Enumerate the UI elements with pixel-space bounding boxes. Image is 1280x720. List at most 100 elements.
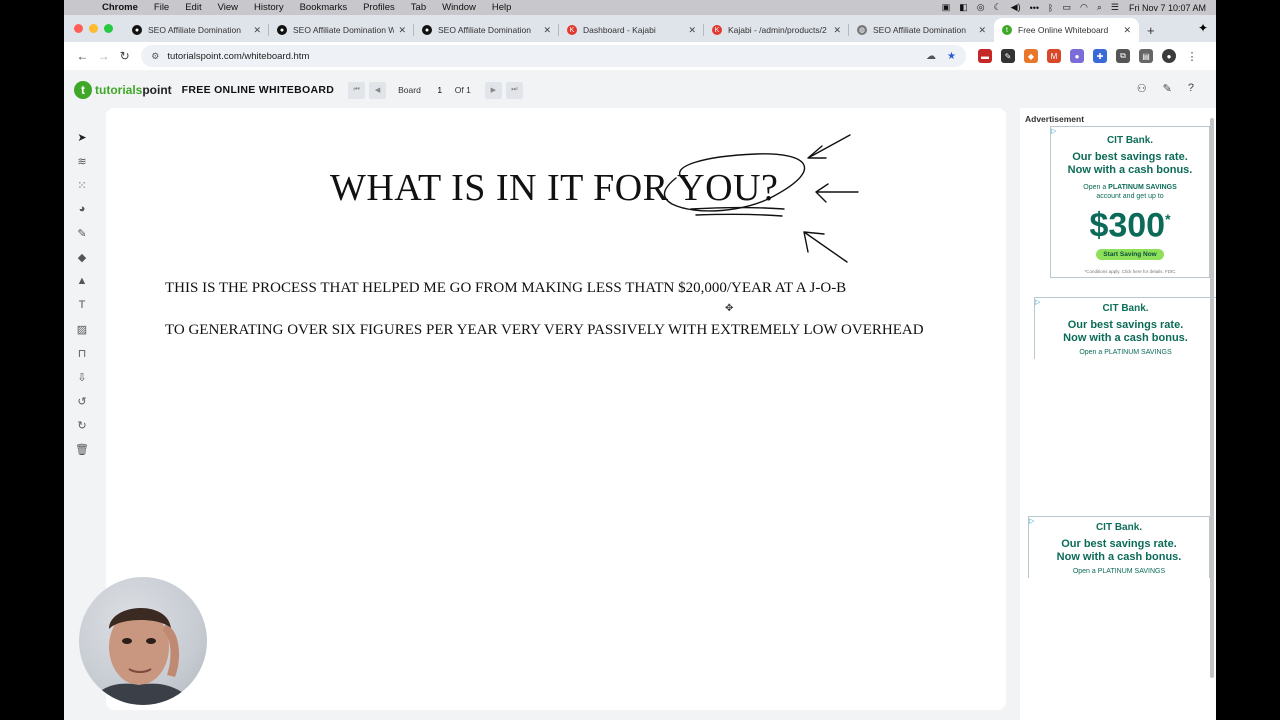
gmail-extension-icon[interactable]: M [1047,49,1061,63]
ink-circle [663,153,806,212]
redo-icon[interactable]: ↻ [72,413,92,437]
browser-tab[interactable]: K Kajabi - /admin/products/2 ✕ [704,18,849,42]
grid-tool-icon[interactable]: ⁙ [72,173,92,197]
browser-tab[interactable]: ● SEO Affiliate Domination ✕ [124,18,269,42]
ad-banner[interactable]: ▷ CIT Bank. Our best savings rate. Now wi… [1028,516,1210,578]
board-label: Board [398,85,421,95]
wifi-icon[interactable]: ◠ [1080,2,1088,13]
extension-icon[interactable]: ◆ [1024,49,1038,63]
extension-icon[interactable]: ▬ [978,49,992,63]
adchoices-icon[interactable]: ▷ [1035,298,1040,306]
pointer-tool-icon[interactable]: ➤ [72,125,92,149]
menu-status-area: ▣ ◧ ◎ ☾ ◀) ••• ᛒ ▭ ◠ ⌕ ☰ Fri Nov 7 10:07… [933,2,1216,13]
extension-icon[interactable]: ● [1070,49,1084,63]
reload-icon[interactable]: ↻ [114,49,135,63]
whiteboard-canvas[interactable]: WHAT IS IN IT FOR YOU? THIS IS THE PROCE… [106,108,1006,710]
menu-file[interactable]: File [154,2,169,13]
pen-extension-icon[interactable]: ✎ [1001,49,1015,63]
tutorialspoint-logo[interactable]: t tutorialspoint [74,81,172,99]
close-window-button[interactable] [74,24,83,33]
ad-banner[interactable]: ▷ CIT Bank. Our best savings rate. Now wi… [1050,126,1210,278]
prev-board-button[interactable]: ◀ [369,81,387,99]
layers-tool-icon[interactable]: ≋ [72,149,92,173]
close-tab-icon[interactable]: ✕ [398,25,406,36]
download-tool-icon[interactable]: ⇩ [72,365,92,389]
shortcut-icon[interactable]: ◧ [959,2,968,13]
new-tab-button[interactable]: + [1139,18,1163,42]
moon-icon[interactable]: ☾ [994,2,1002,13]
extension-icon[interactable]: ✚ [1093,49,1107,63]
presentation-tool-icon[interactable]: ⊓ [72,341,92,365]
menu-window[interactable]: Window [442,2,476,13]
undo-icon[interactable]: ↺ [72,389,92,413]
sidebar-icon[interactable]: ▤ [1139,49,1153,63]
menu-edit[interactable]: Edit [185,2,201,13]
menu-view[interactable]: View [218,2,238,13]
palette-tool-icon[interactable]: ◕ [72,197,92,221]
image-tool-icon[interactable]: ▨ [72,317,92,341]
adchoices-icon[interactable]: ▷ [1029,517,1034,525]
ink-arrow-mid [815,183,859,203]
browser-toolbar: ← → ↻ ⚙ tutorialspoint.com/whiteboard.ht… [64,42,1216,70]
browser-tab[interactable]: ● SEO Affiliate Domination ✕ [414,18,559,42]
browser-tab[interactable]: ◍ SEO Affiliate Domination ✕ [849,18,994,42]
avatar[interactable]: ● [1162,49,1176,63]
menu-help[interactable]: Help [492,2,512,13]
eraser-tool-icon[interactable]: ◆ [72,245,92,269]
adchoices-icon[interactable]: ▷ [1051,127,1056,135]
share-icon[interactable]: ⚇ [1137,82,1147,95]
bluetooth-icon[interactable]: ᛒ [1048,3,1053,13]
battery-icon[interactable]: ▭ [1062,2,1071,13]
text-tool-icon[interactable]: T [72,293,92,317]
bookmark-star-icon[interactable]: ★ [947,51,956,62]
close-tab-icon[interactable]: ✕ [543,25,551,36]
zoom-window-button[interactable] [104,24,113,33]
minimize-window-button[interactable] [89,24,98,33]
search-icon[interactable]: ⌕ [1097,2,1102,13]
last-board-button[interactable]: ⏭ [505,81,523,99]
browser-tab[interactable]: ● SEO Affiliate Domination W ✕ [269,18,414,42]
pen-tool-icon[interactable]: ✎ [72,221,92,245]
puzzle-icon[interactable]: ⧉ [1116,49,1130,63]
volume-icon[interactable]: ◀) [1011,2,1021,13]
address-bar[interactable]: ⚙ tutorialspoint.com/whiteboard.htm ☁ ★ [141,45,966,67]
target-icon[interactable]: ◎ [977,2,985,13]
board-number-input[interactable]: 1 [431,85,449,95]
browser-tab-active[interactable]: t Free Online Whiteboard ✕ [994,18,1139,42]
menu-app-name[interactable]: Chrome [102,2,138,13]
kebab-menu-icon[interactable]: ⋮ [1185,49,1199,63]
ad-banner[interactable]: ▷ CIT Bank. Our best savings rate. Now wi… [1034,297,1216,359]
site-info-icon[interactable]: ⚙ [151,51,159,62]
menu-tab[interactable]: Tab [411,2,426,13]
trash-icon[interactable]: 🗑 [72,437,92,461]
menu-history[interactable]: History [254,2,284,13]
back-icon[interactable]: ← [72,49,93,63]
first-board-button[interactable]: ⏮ [348,81,366,99]
menu-clock[interactable]: Fri Nov 7 10:07 AM [1129,3,1206,13]
next-board-button[interactable]: ▶ [484,81,502,99]
cloud-icon[interactable]: ☁ [926,51,936,62]
screen-record-icon[interactable]: ▣ [942,2,951,13]
forward-icon[interactable]: → [93,49,114,63]
help-icon[interactable]: ? [1188,82,1194,94]
close-tab-icon[interactable]: ✕ [978,25,986,36]
close-tab-icon[interactable]: ✕ [253,25,261,36]
ad-cta-button[interactable]: Start Saving Now [1096,249,1164,261]
gemini-icon[interactable]: ✦ [1198,21,1208,35]
edit-icon[interactable]: ✎ [1163,82,1172,95]
ink-arrow-bottom [803,231,848,263]
close-tab-icon[interactable]: ✕ [688,25,696,36]
shapes-tool-icon[interactable]: ▲ [72,269,92,293]
browser-tab[interactable]: K Dashboard - Kajabi ✕ [559,18,704,42]
more-icon[interactable]: ••• [1030,3,1039,13]
page-scrollbar[interactable] [1210,118,1214,678]
close-tab-icon[interactable]: ✕ [833,25,841,36]
board-total: Of 1 [454,85,471,95]
menu-profiles[interactable]: Profiles [363,2,395,13]
close-tab-icon[interactable]: ✕ [1123,25,1131,36]
control-center-icon[interactable]: ☰ [1111,2,1119,13]
tab-title: SEO Affiliate Domination [438,25,531,35]
ad-brand: CIT Bank. [1102,303,1149,314]
right-sidebar: ⚇ ✎ ? Advertisement ▷ CIT Bank. Our best… [1020,70,1216,720]
menu-bookmarks[interactable]: Bookmarks [300,2,348,13]
